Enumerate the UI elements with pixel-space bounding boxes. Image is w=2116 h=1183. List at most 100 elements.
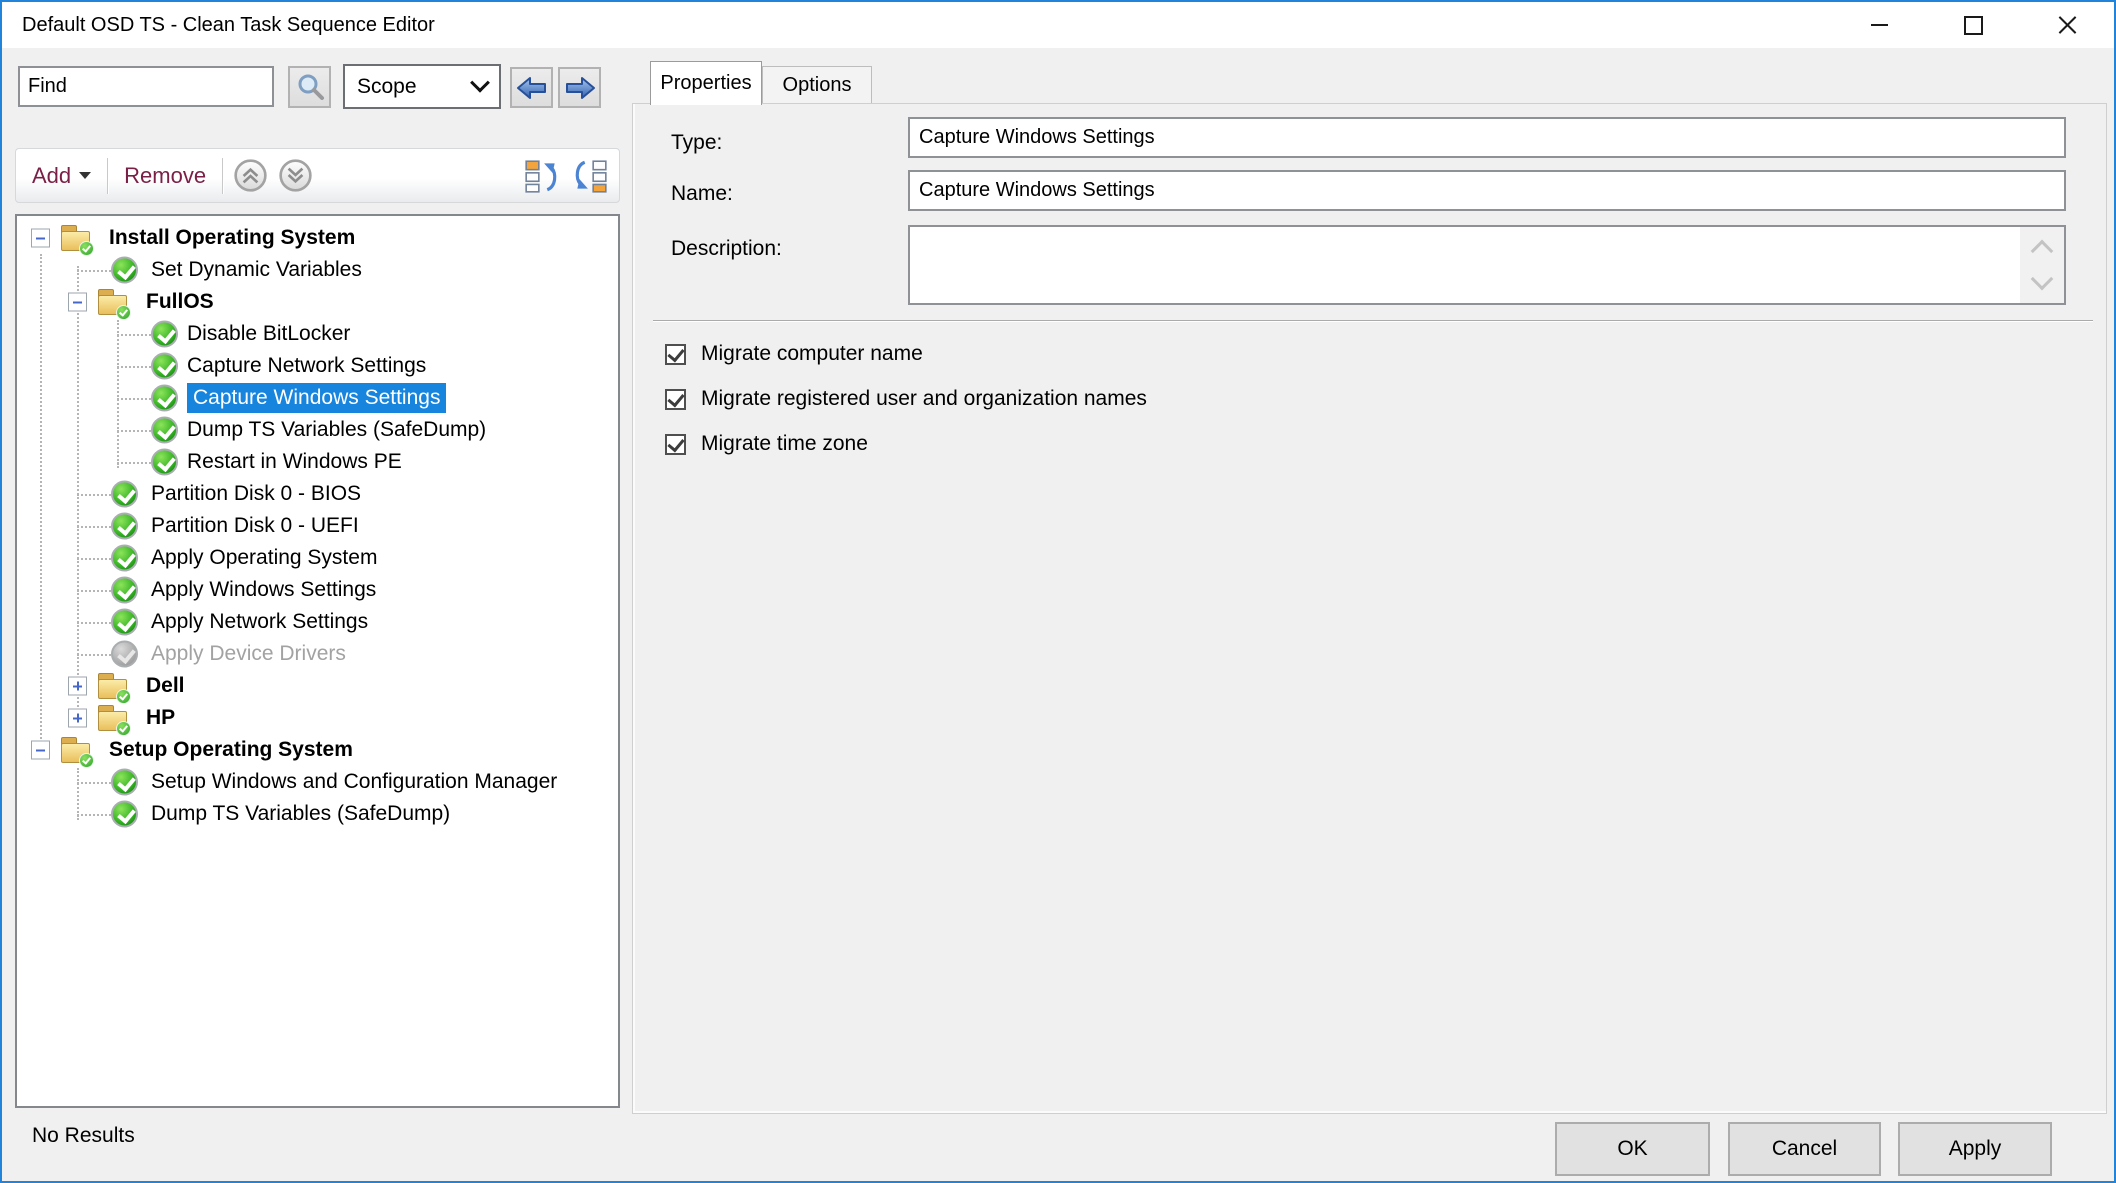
tree-connector [77, 654, 111, 656]
tree-item-group[interactable]: Dell [17, 670, 618, 702]
folder-icon [61, 224, 91, 252]
description-field-container [908, 225, 2066, 305]
move-down-button[interactable] [278, 158, 313, 193]
step-enabled-icon [111, 801, 138, 828]
name-field[interactable] [908, 170, 2066, 211]
tree-item-step[interactable]: Apply Windows Settings [17, 574, 618, 606]
collapse-toggle-icon[interactable] [31, 229, 50, 248]
scope-dropdown[interactable]: Scope [343, 64, 501, 109]
tree-item-label: Apply Device Drivers [151, 642, 346, 666]
description-label: Description: [671, 237, 782, 261]
tree-item-group[interactable]: Setup Operating System [17, 734, 618, 766]
expand-toggle-icon[interactable] [68, 677, 87, 696]
tree-item-step[interactable]: Restart in Windows PE [17, 446, 618, 478]
tree-item-step-selected[interactable]: Capture Windows Settings [17, 382, 618, 414]
checkbox-label: Migrate time zone [701, 432, 868, 456]
checkbox-checked-icon[interactable] [665, 389, 686, 410]
tree-item-step[interactable]: Dump TS Variables (SafeDump) [17, 414, 618, 446]
tree-item-step-disabled[interactable]: Apply Device Drivers [17, 638, 618, 670]
apply-button[interactable]: Apply [1898, 1122, 2052, 1176]
tab-options[interactable]: Options [762, 66, 872, 104]
tree-item-label: Partition Disk 0 - BIOS [151, 482, 361, 506]
add-button-label: Add [32, 163, 71, 189]
expand-all-button[interactable] [571, 159, 609, 193]
add-button[interactable]: Add [26, 160, 97, 192]
tree-item-group[interactable]: Install Operating System [17, 222, 618, 254]
minimize-button[interactable] [1832, 2, 1926, 48]
tab-properties[interactable]: Properties [650, 61, 762, 105]
migrate-time-zone-option[interactable]: Migrate time zone [665, 432, 868, 456]
toolbar-separator [222, 158, 223, 194]
find-previous-button[interactable] [510, 67, 553, 108]
tree-item-step[interactable]: Disable BitLocker [17, 318, 618, 350]
step-enabled-icon [111, 769, 138, 796]
description-field[interactable] [910, 227, 2018, 303]
folder-icon [98, 288, 128, 316]
tab-options-label: Options [783, 74, 852, 97]
tree-item-label: Setup Windows and Configuration Manager [151, 770, 557, 794]
tree-connector [77, 526, 111, 528]
step-enabled-icon [151, 321, 178, 348]
tree-item-step[interactable]: Apply Network Settings [17, 606, 618, 638]
checkbox-checked-icon[interactable] [665, 434, 686, 455]
tree-item-label: HP [146, 706, 175, 730]
maximize-button[interactable] [1926, 2, 2020, 48]
checkbox-checked-icon[interactable] [665, 344, 686, 365]
tree-connector [77, 270, 111, 272]
tree-item-label: Capture Network Settings [187, 354, 426, 378]
search-button[interactable] [288, 66, 331, 108]
chevron-down-circle-icon [278, 158, 313, 193]
dropdown-caret-icon [79, 172, 91, 179]
tree-item-label: Restart in Windows PE [187, 450, 402, 474]
step-enabled-icon [111, 609, 138, 636]
migrate-registered-user-option[interactable]: Migrate registered user and organization… [665, 387, 1147, 411]
step-enabled-icon [151, 353, 178, 380]
type-label: Type: [671, 131, 722, 155]
close-icon [2057, 15, 2078, 36]
tree-item-step[interactable]: Dump TS Variables (SafeDump) [17, 798, 618, 830]
tree-item-label: Setup Operating System [109, 738, 353, 762]
step-enabled-icon [111, 481, 138, 508]
tree-item-group[interactable]: FullOS [17, 286, 618, 318]
collapse-toggle-icon[interactable] [68, 293, 87, 312]
tree-item-label: FullOS [146, 290, 214, 314]
tree-item-step[interactable]: Setup Windows and Configuration Manager [17, 766, 618, 798]
arrow-right-icon [564, 74, 596, 102]
expand-toggle-icon[interactable] [68, 709, 87, 728]
scroll-up-icon[interactable] [2031, 240, 2054, 263]
ok-button[interactable]: OK [1555, 1122, 1710, 1176]
window-title: Default OSD TS - Clean Task Sequence Edi… [2, 14, 435, 37]
scope-dropdown-value: Scope [357, 75, 417, 99]
move-up-button[interactable] [233, 158, 268, 193]
collapse-toggle-icon[interactable] [31, 741, 50, 760]
chevron-down-icon [470, 72, 490, 92]
step-enabled-icon [111, 577, 138, 604]
collapse-all-icon [523, 159, 561, 193]
step-enabled-icon [111, 545, 138, 572]
cancel-button[interactable]: Cancel [1728, 1122, 1881, 1176]
tree-item-step[interactable]: Capture Network Settings [17, 350, 618, 382]
tree-item-label: Set Dynamic Variables [151, 258, 362, 282]
migrate-computer-name-option[interactable]: Migrate computer name [665, 342, 923, 366]
folder-icon [61, 736, 91, 764]
description-scrollbar[interactable] [2020, 227, 2064, 303]
find-input[interactable] [18, 66, 274, 107]
task-sequence-tree: Install Operating System Set Dynamic Var… [15, 214, 620, 1108]
tree-connector [117, 334, 151, 336]
tree-item-step[interactable]: Partition Disk 0 - UEFI [17, 510, 618, 542]
tree-item-step[interactable]: Set Dynamic Variables [17, 254, 618, 286]
tab-properties-label: Properties [660, 72, 751, 95]
tree-item-group[interactable]: HP [17, 702, 618, 734]
remove-button[interactable]: Remove [118, 160, 212, 192]
collapse-all-button[interactable] [523, 159, 561, 193]
close-button[interactable] [2020, 2, 2114, 48]
checkbox-label: Migrate registered user and organization… [701, 387, 1147, 411]
arrow-left-icon [516, 74, 548, 102]
scroll-down-icon[interactable] [2031, 268, 2054, 291]
minimize-icon [1871, 24, 1888, 26]
tree-connector [117, 430, 151, 432]
tree-item-step[interactable]: Apply Operating System [17, 542, 618, 574]
checkbox-label: Migrate computer name [701, 342, 923, 366]
tree-item-step[interactable]: Partition Disk 0 - BIOS [17, 478, 618, 510]
find-next-button[interactable] [558, 67, 601, 108]
